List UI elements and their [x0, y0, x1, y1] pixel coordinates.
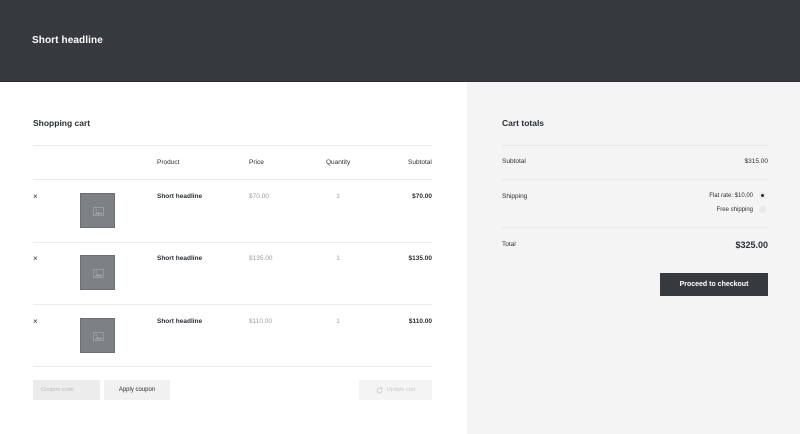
shipping-option-flat-rate[interactable]: Flat rate: $10.00	[709, 192, 766, 199]
shipping-label: Shipping	[502, 193, 528, 200]
divider	[33, 366, 432, 367]
quantity-input[interactable]: 1	[328, 255, 348, 262]
divider	[502, 145, 768, 146]
product-name[interactable]: Short headline	[157, 255, 202, 262]
column-header-product: Product	[157, 159, 180, 166]
product-thumbnail[interactable]	[80, 255, 115, 290]
product-subtotal: $70.00	[412, 193, 432, 200]
radio-selected[interactable]	[759, 192, 766, 199]
product-price: $135.00	[249, 255, 273, 262]
product-price: $110.00	[249, 318, 273, 325]
total-label: Total	[502, 241, 516, 248]
coupon-code-input[interactable]	[33, 380, 100, 400]
quantity-input[interactable]: 1	[328, 193, 348, 200]
product-thumbnail[interactable]	[80, 318, 115, 353]
divider	[502, 179, 768, 180]
product-name[interactable]: Short headline	[157, 318, 202, 325]
shipping-option-label: Flat rate: $10.00	[709, 192, 753, 199]
product-subtotal: $135.00	[408, 255, 433, 262]
remove-item-button[interactable]: ×	[33, 318, 38, 326]
cart-totals-title: Cart totals	[502, 118, 545, 128]
image-placeholder-icon	[93, 269, 104, 278]
shipping-option-label: Free shipping	[716, 206, 753, 213]
total-value: $325.00	[735, 240, 768, 250]
column-header-quantity: Quantity	[326, 159, 351, 166]
remove-item-button[interactable]: ×	[33, 193, 38, 201]
divider	[33, 304, 432, 305]
refresh-icon	[376, 386, 383, 393]
column-header-price: Price	[249, 159, 264, 166]
cart-totals-section	[467, 82, 800, 434]
divider	[33, 179, 432, 180]
product-thumbnail[interactable]	[80, 193, 115, 228]
proceed-to-checkout-button[interactable]: Proceed to checkout	[660, 273, 768, 296]
image-placeholder-icon	[93, 207, 104, 216]
update-cart-button[interactable]: Update cart	[359, 380, 432, 400]
shipping-option-free[interactable]: Free shipping	[717, 206, 766, 213]
divider	[33, 242, 432, 243]
radio-unselected[interactable]	[759, 206, 766, 213]
apply-coupon-button[interactable]: Apply coupon	[104, 380, 170, 400]
cart-title: Shopping cart	[33, 118, 91, 128]
product-subtotal: $110.00	[408, 318, 432, 325]
divider	[33, 145, 432, 146]
product-price: $70.00	[249, 193, 269, 200]
image-placeholder-icon	[93, 332, 104, 341]
page-title: Short headline	[32, 35, 103, 46]
update-cart-label: Update cart	[386, 387, 416, 393]
divider	[502, 227, 768, 228]
column-header-subtotal: Subtotal	[408, 159, 432, 166]
subtotal-value: $315.00	[744, 158, 769, 165]
subtotal-label: Subtotal	[502, 158, 526, 165]
page-header: Short headline	[0, 0, 800, 82]
quantity-input[interactable]: 1	[328, 318, 348, 325]
product-name[interactable]: Short headline	[157, 193, 202, 200]
remove-item-button[interactable]: ×	[33, 255, 38, 263]
